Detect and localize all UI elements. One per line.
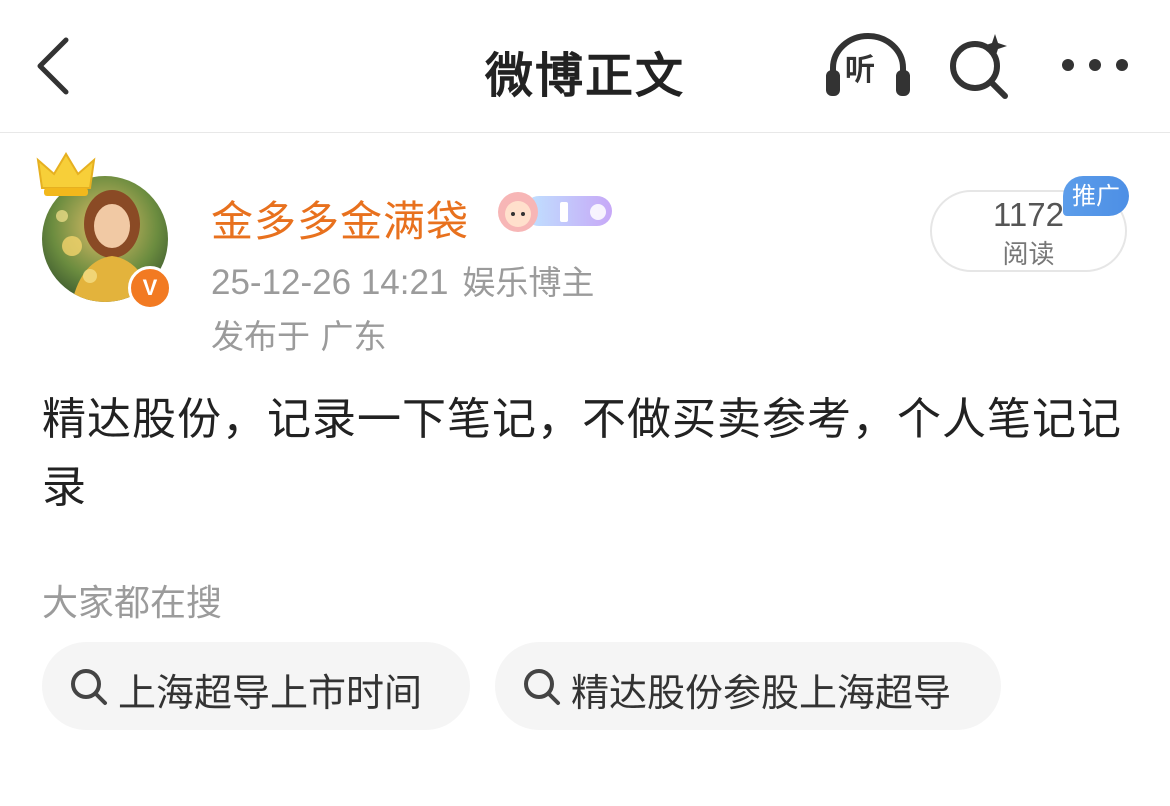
search-suggestion-label: 上海超导上市时间 xyxy=(118,671,423,715)
search-icon xyxy=(71,669,107,705)
navigation-bar: 微博正文 听 xyxy=(0,0,1170,133)
promo-tag[interactable]: 推广 xyxy=(1063,176,1129,216)
search-button[interactable] xyxy=(945,30,1015,100)
search-suggestion-label: 精达股份参股上海超导 xyxy=(571,671,952,715)
search-section-heading: 大家都在搜 xyxy=(42,583,223,624)
search-suggestion-chip[interactable]: 上海超导上市时间 xyxy=(42,642,470,730)
post-location: 发布于 广东 xyxy=(211,317,387,356)
post-content: 精达股份，记录一下笔记，不做买卖参考，个人笔记记录 xyxy=(42,394,1122,513)
read-label: 阅读 xyxy=(1002,240,1055,270)
post-time: 25-12-26 14:21 xyxy=(211,263,449,302)
more-button[interactable] xyxy=(1055,40,1135,90)
member-badge-icon xyxy=(498,192,612,232)
author-avatar-group: V xyxy=(36,150,176,310)
more-dots-icon xyxy=(1062,59,1128,71)
author-role: 娱乐博主 xyxy=(462,263,595,302)
search-suggestion-chip[interactable]: 精达股份参股上海超导 xyxy=(495,642,1001,730)
author-name[interactable]: 金多多金满袋 xyxy=(211,188,469,249)
crown-icon xyxy=(36,152,96,196)
search-icon xyxy=(524,669,560,705)
search-sparkle-icon xyxy=(950,34,1008,99)
listen-button[interactable]: 听 xyxy=(823,30,913,100)
post-meta: 25-12-26 14:21 娱乐博主 xyxy=(211,256,594,304)
listen-label: 听 xyxy=(845,53,875,88)
verified-v-icon: V xyxy=(128,266,172,310)
